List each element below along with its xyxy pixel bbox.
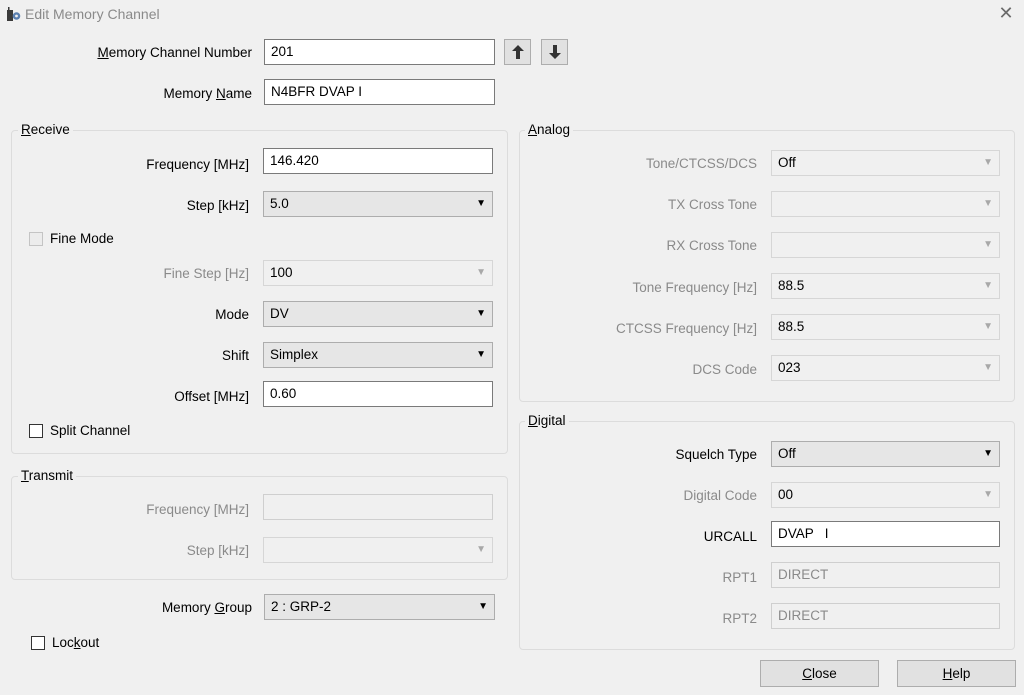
chevron-down-icon: ▼ — [476, 267, 486, 278]
chevron-down-icon: ▼ — [476, 308, 486, 319]
tone-select[interactable]: Off ▼ — [771, 150, 1000, 176]
rpt2-input[interactable]: DIRECT — [771, 603, 1000, 629]
rx-cross-tone-label: RX Cross Tone — [666, 238, 757, 253]
memory-name-input[interactable]: N4BFR DVAP I — [264, 79, 495, 105]
fine-step-select[interactable]: 100 ▼ — [263, 260, 493, 286]
mode-label: Mode — [215, 307, 249, 322]
fine-mode-checkbox[interactable] — [29, 232, 43, 246]
transmit-frequency-label: Frequency [MHz] — [146, 502, 249, 517]
radio-gear-icon — [6, 7, 21, 22]
memory-channel-number-input[interactable]: 201 — [264, 39, 495, 65]
close-icon[interactable]: ✕ — [996, 3, 1016, 23]
close-button[interactable]: Close — [760, 660, 879, 687]
window-title: Edit Memory Channel — [25, 6, 160, 22]
chevron-down-icon: ▼ — [476, 544, 486, 555]
memory-group-label: Memory Group — [161, 600, 252, 615]
dcs-code-label: DCS Code — [692, 362, 757, 377]
help-button[interactable]: Help — [897, 660, 1016, 687]
tone-frequency-select[interactable]: 88.5 ▼ — [771, 273, 1000, 299]
arrow-up-icon — [511, 45, 524, 59]
squelch-type-label: Squelch Type — [675, 447, 757, 462]
split-channel-checkbox[interactable] — [29, 424, 43, 438]
transmit-step-label: Step [kHz] — [186, 543, 249, 558]
chevron-down-icon: ▼ — [983, 198, 993, 209]
chevron-down-icon: ▼ — [476, 198, 486, 209]
receive-step-label: Step [kHz] — [186, 198, 249, 213]
mode-select[interactable]: DV ▼ — [263, 301, 493, 327]
receive-frequency-input[interactable]: 146.420 — [263, 148, 493, 174]
arrow-down-icon — [548, 45, 561, 59]
ctcss-frequency-select[interactable]: 88.5 ▼ — [771, 314, 1000, 340]
transmit-group — [11, 476, 508, 580]
transmit-group-label: Transmit — [18, 468, 77, 483]
digital-group-label: Digital — [525, 413, 569, 428]
chevron-down-icon: ▼ — [983, 448, 993, 459]
split-channel-label: Split Channel — [50, 423, 131, 438]
chevron-down-icon: ▼ — [478, 601, 488, 612]
digital-code-label: Digital Code — [683, 488, 757, 503]
shift-label: Shift — [221, 348, 249, 363]
fine-mode-label: Fine Mode — [50, 231, 114, 246]
ctcss-frequency-label: CTCSS Frequency [Hz] — [615, 321, 757, 336]
digital-code-select[interactable]: 00 ▼ — [771, 482, 1000, 508]
memory-group-select[interactable]: 2 : GRP-2 ▼ — [264, 594, 495, 620]
transmit-step-select[interactable]: ▼ — [263, 537, 493, 563]
chevron-down-icon: ▼ — [983, 157, 993, 168]
urcall-label: URCALL — [703, 529, 757, 544]
dcs-code-select[interactable]: 023 ▼ — [771, 355, 1000, 381]
lockout-checkbox[interactable] — [31, 636, 45, 650]
memory-name-label: Memory Name — [163, 86, 252, 101]
chevron-down-icon: ▼ — [983, 489, 993, 500]
receive-step-select[interactable]: 5.0 ▼ — [263, 191, 493, 217]
chevron-down-icon: ▼ — [983, 280, 993, 291]
chevron-down-icon: ▼ — [983, 362, 993, 373]
tone-frequency-label: Tone Frequency [Hz] — [632, 280, 757, 295]
offset-input[interactable]: 0.60 — [263, 381, 493, 407]
chevron-down-icon: ▼ — [983, 239, 993, 250]
receive-group-label: Receive — [18, 122, 73, 137]
rx-cross-tone-select[interactable]: ▼ — [771, 232, 1000, 258]
chevron-down-icon: ▼ — [983, 321, 993, 332]
memory-channel-number-label: Memory Channel Number — [97, 45, 252, 60]
transmit-frequency-input[interactable] — [263, 494, 493, 520]
channel-down-button[interactable] — [541, 39, 568, 65]
rpt1-input[interactable]: DIRECT — [771, 562, 1000, 588]
fine-step-label: Fine Step [Hz] — [163, 266, 249, 281]
squelch-type-select[interactable]: Off ▼ — [771, 441, 1000, 467]
channel-up-button[interactable] — [504, 39, 531, 65]
chevron-down-icon: ▼ — [476, 349, 486, 360]
urcall-input[interactable]: DVAP I — [771, 521, 1000, 547]
tx-cross-tone-select[interactable]: ▼ — [771, 191, 1000, 217]
shift-select[interactable]: Simplex ▼ — [263, 342, 493, 368]
lockout-label: Lockout — [52, 635, 100, 650]
rpt1-label: RPT1 — [722, 570, 757, 585]
receive-frequency-label: Frequency [MHz] — [146, 157, 249, 172]
analog-group-label: Analog — [525, 122, 574, 137]
rpt2-label: RPT2 — [722, 611, 757, 626]
tx-cross-tone-label: TX Cross Tone — [667, 197, 757, 212]
offset-label: Offset [MHz] — [174, 389, 249, 404]
tone-label: Tone/CTCSS/DCS — [645, 156, 757, 171]
